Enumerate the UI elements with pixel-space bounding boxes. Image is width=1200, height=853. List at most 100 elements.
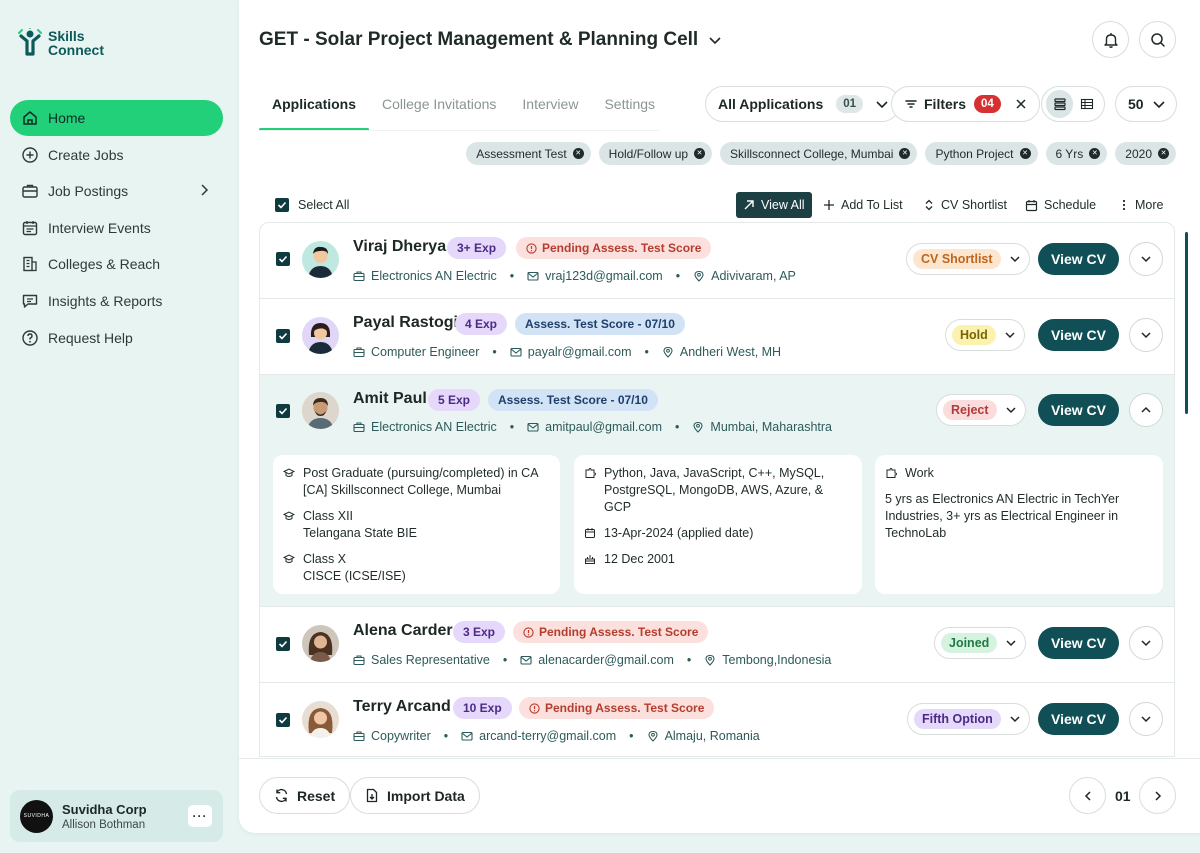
brand-logo[interactable]: Skills Connect xyxy=(18,28,104,58)
candidate-meta: Copywriter • arcand-terry@gmail.com • Alma… xyxy=(353,729,760,743)
table-row-expanded[interactable]: Amit Paul 5 Exp Assess. Test Score - 07/… xyxy=(260,375,1174,607)
sidebar-item-insights[interactable]: Insights & Reports xyxy=(10,283,223,319)
filter-chip[interactable]: Assessment Test ✕ xyxy=(466,142,591,165)
clear-filters-icon[interactable] xyxy=(1015,98,1027,110)
row-checkbox[interactable] xyxy=(276,713,290,727)
status-select[interactable]: Fifth Option xyxy=(907,703,1030,735)
candidate-name[interactable]: Terry Arcand xyxy=(353,698,451,716)
status-select[interactable]: CV Shortlist xyxy=(906,243,1030,275)
status-select[interactable]: Reject xyxy=(936,394,1026,426)
sidebar-item-job-postings[interactable]: Job Postings xyxy=(10,173,223,209)
help-icon xyxy=(22,329,38,346)
sidebar-item-interview-events[interactable]: Interview Events xyxy=(10,210,223,246)
mail-icon xyxy=(461,731,473,741)
footer-divider xyxy=(239,758,1200,759)
remove-chip-icon[interactable]: ✕ xyxy=(1019,148,1031,159)
candidate-name[interactable]: Amit Paul xyxy=(353,390,427,408)
filter-chip[interactable]: 6 Yrs ✕ xyxy=(1045,142,1108,165)
select-all-checkbox[interactable]: Select All xyxy=(275,192,349,218)
sidebar-item-colleges[interactable]: Colleges & Reach xyxy=(10,246,223,282)
more-button[interactable]: More xyxy=(1119,192,1163,218)
table-row[interactable]: Alena Carder 3 Exp Pending Assess. Test … xyxy=(260,607,1174,683)
table-view-icon xyxy=(1080,98,1093,110)
expand-row-button[interactable] xyxy=(1129,318,1163,352)
row-checkbox[interactable] xyxy=(276,252,290,266)
sidebar-item-create-jobs[interactable]: Create Jobs xyxy=(10,137,223,173)
view-all-button[interactable]: View All xyxy=(736,192,812,218)
schedule-button[interactable]: Schedule xyxy=(1025,192,1096,218)
prev-page-button[interactable] xyxy=(1069,777,1106,814)
import-data-button[interactable]: Import Data xyxy=(350,777,480,814)
list-view-button[interactable] xyxy=(1046,90,1073,118)
table-row[interactable]: Payal Rastogi 4 Exp Assess. Test Score -… xyxy=(260,299,1174,375)
more-options-button[interactable]: ··· xyxy=(188,805,212,827)
row-checkbox[interactable] xyxy=(276,404,290,418)
candidate-name[interactable]: Alena Carder xyxy=(353,622,453,640)
more-vertical-icon xyxy=(1122,199,1126,211)
table-view-button[interactable] xyxy=(1073,90,1100,118)
applications-select[interactable]: All Applications 01 xyxy=(705,86,901,122)
expand-row-button[interactable] xyxy=(1129,626,1163,660)
filter-chip[interactable]: Python Project ✕ xyxy=(925,142,1038,165)
scrollbar[interactable] xyxy=(1185,232,1188,414)
next-page-button[interactable] xyxy=(1139,777,1176,814)
row-checkbox[interactable] xyxy=(276,329,290,343)
avatar xyxy=(302,625,339,662)
row-checkbox[interactable] xyxy=(276,637,290,651)
view-cv-button[interactable]: View CV xyxy=(1038,243,1119,275)
home-icon xyxy=(23,111,37,125)
sidebar-item-home[interactable]: Home xyxy=(10,100,223,136)
info-icon xyxy=(529,702,540,714)
remove-chip-icon[interactable]: ✕ xyxy=(899,148,911,159)
tab-interview[interactable]: Interview xyxy=(509,86,591,130)
location-pin-icon xyxy=(693,421,703,433)
view-cv-button[interactable]: View CV xyxy=(1038,703,1119,735)
briefcase-icon xyxy=(353,731,365,742)
chevron-right-icon[interactable] xyxy=(197,183,211,197)
checkbox-checked[interactable] xyxy=(275,198,289,212)
filter-chip[interactable]: 2020 ✕ xyxy=(1115,142,1176,165)
collapse-row-button[interactable] xyxy=(1129,393,1163,427)
table-row[interactable]: Terry Arcand 10 Exp Pending Assess. Test… xyxy=(260,683,1174,756)
account-switcher[interactable]: SUVIDHA Suvidha Corp Allison Bothman ··· xyxy=(10,790,223,842)
expand-row-button[interactable] xyxy=(1129,702,1163,736)
remove-chip-icon[interactable]: ✕ xyxy=(1089,148,1101,159)
job-title-select[interactable]: GET - Solar Project Management & Plannin… xyxy=(259,29,722,51)
remove-chip-icon[interactable]: ✕ xyxy=(1158,148,1169,159)
sidebar-item-label: Job Postings xyxy=(48,183,129,200)
search-button[interactable] xyxy=(1139,21,1176,58)
view-cv-button[interactable]: View CV xyxy=(1038,394,1119,426)
remove-chip-icon[interactable]: ✕ xyxy=(572,148,584,159)
filters-button[interactable]: Filters 04 xyxy=(891,86,1040,122)
remove-chip-icon[interactable]: ✕ xyxy=(694,148,706,159)
person-avatar-icon xyxy=(308,323,333,354)
reset-button[interactable]: Reset xyxy=(259,777,351,814)
add-to-list-button[interactable]: Add To List xyxy=(823,192,903,218)
sidebar-item-label: Create Jobs xyxy=(48,146,124,163)
status-select[interactable]: Joined xyxy=(934,627,1027,659)
view-cv-button[interactable]: View CV xyxy=(1038,627,1119,659)
candidate-name[interactable]: Viraj Dherya xyxy=(353,238,446,256)
expand-row-button[interactable] xyxy=(1129,242,1163,276)
notifications-button[interactable] xyxy=(1092,21,1129,58)
view-toggle[interactable] xyxy=(1041,86,1105,122)
candidate-name[interactable]: Payal Rastogi xyxy=(353,314,458,332)
select-all-label: Select All xyxy=(298,198,350,212)
filter-chip[interactable]: Hold/Follow up ✕ xyxy=(598,142,713,165)
sidebar-item-request-help[interactable]: Request Help xyxy=(10,320,223,356)
tab-college-invitations[interactable]: College Invitations xyxy=(369,86,509,130)
cv-shortlist-button[interactable]: CV Shortlist xyxy=(923,192,1007,218)
status-select[interactable]: Hold xyxy=(945,319,1025,351)
candidate-meta: Sales Representative • alenacarder@gmail.… xyxy=(353,653,831,667)
briefcase-icon xyxy=(353,422,365,433)
page-size-select[interactable]: 50 xyxy=(1115,86,1177,122)
view-cv-button[interactable]: View CV xyxy=(1038,319,1119,351)
page-title: GET - Solar Project Management & Plannin… xyxy=(259,29,699,50)
status-tag: Pending Assess. Test Score xyxy=(513,621,709,643)
sidebar-item-label: Insights & Reports xyxy=(48,292,163,309)
table-row[interactable]: Viraj Dherya 3+ Exp Pending Assess. Test… xyxy=(260,223,1174,299)
tab-settings[interactable]: Settings xyxy=(591,86,668,130)
tab-applications[interactable]: Applications xyxy=(259,86,370,131)
filter-chip[interactable]: Skillsconnect College, Mumbai ✕ xyxy=(720,142,918,165)
chevron-down-icon xyxy=(709,37,721,45)
